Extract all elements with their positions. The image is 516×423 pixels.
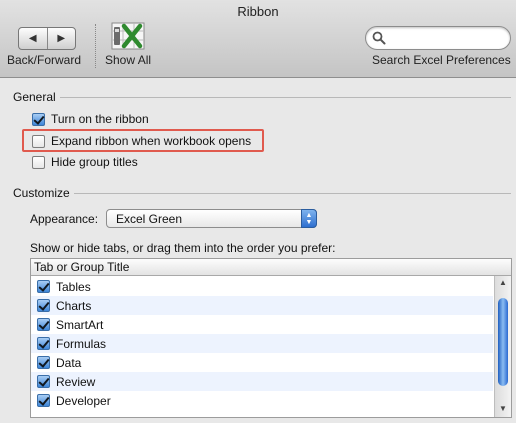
row-label: SmartArt: [56, 317, 104, 332]
row-checkbox[interactable]: [37, 356, 50, 369]
highlight-box: [22, 129, 264, 152]
window-title: Ribbon: [237, 4, 279, 19]
back-arrow-icon: ◀: [28, 33, 37, 44]
column-header-title[interactable]: Tab or Group Title: [31, 259, 511, 276]
toolbar: Ribbon ◀ ▶ Back/Forward Show All Search …: [0, 0, 516, 78]
table-row[interactable]: Tables: [31, 277, 493, 296]
forward-button[interactable]: ▶: [46, 28, 76, 49]
row-label: Charts: [56, 298, 92, 313]
scroll-down-arrow-icon[interactable]: ▼: [495, 404, 511, 413]
search-input[interactable]: [388, 29, 504, 47]
row-checkbox[interactable]: [37, 394, 50, 407]
search-label: Search Excel Preferences: [372, 53, 511, 67]
row-label: Formulas: [56, 336, 107, 351]
table-scrollbar[interactable]: ▲ ▼: [494, 276, 511, 417]
appearance-popup[interactable]: Excel Green ▲ ▼: [106, 209, 317, 228]
row-checkbox[interactable]: [37, 280, 50, 293]
appearance-value: Excel Green: [116, 212, 183, 226]
row-checkbox[interactable]: [37, 375, 50, 388]
forward-arrow-icon: ▶: [57, 33, 66, 44]
table-row[interactable]: Formulas: [31, 334, 493, 353]
show-all-icon[interactable]: [111, 22, 145, 50]
row-label: Tables: [56, 279, 91, 294]
turn-on-ribbon-checkbox[interactable]: [32, 112, 45, 126]
scroll-thumb[interactable]: [498, 298, 508, 386]
table-row[interactable]: SmartArt: [31, 315, 493, 334]
turn-on-ribbon-option[interactable]: Turn on the ribbon: [32, 111, 149, 127]
toolbar-divider: [95, 24, 96, 68]
tabs-instructions: Show or hide tabs, or drag them into the…: [30, 241, 336, 255]
general-section-title: General: [13, 90, 56, 104]
turn-on-ribbon-label: Turn on the ribbon: [51, 112, 149, 126]
table-row[interactable]: Developer: [31, 391, 493, 410]
search-icon: [372, 31, 386, 45]
back-forward-label: Back/Forward: [7, 53, 82, 67]
scroll-up-arrow-icon[interactable]: ▲: [495, 278, 511, 287]
search-field[interactable]: [365, 26, 511, 50]
back-button[interactable]: ◀: [19, 28, 47, 49]
row-checkbox[interactable]: [37, 318, 50, 331]
popup-arrows-icon: ▲ ▼: [301, 209, 317, 228]
table-row[interactable]: Review: [31, 372, 493, 391]
row-checkbox[interactable]: [37, 337, 50, 350]
table-row[interactable]: Charts: [31, 296, 493, 315]
row-label: Data: [56, 355, 82, 370]
hide-group-titles-checkbox[interactable]: [32, 155, 45, 169]
back-forward-control: ◀ ▶: [18, 27, 76, 50]
row-label: Review: [56, 374, 96, 389]
appearance-label: Appearance:: [30, 212, 99, 226]
row-checkbox[interactable]: [37, 299, 50, 312]
customize-divider: [74, 193, 511, 194]
customize-section-title: Customize: [13, 186, 70, 200]
tabs-table: Tab or Group Title Tables Charts SmartAr…: [30, 258, 512, 418]
table-row[interactable]: Data: [31, 353, 493, 372]
row-label: Developer: [56, 393, 111, 408]
general-divider: [60, 97, 511, 98]
hide-group-titles-option[interactable]: Hide group titles: [32, 154, 138, 170]
hide-group-titles-label: Hide group titles: [51, 155, 138, 169]
show-all-button[interactable]: Show All: [105, 53, 151, 67]
